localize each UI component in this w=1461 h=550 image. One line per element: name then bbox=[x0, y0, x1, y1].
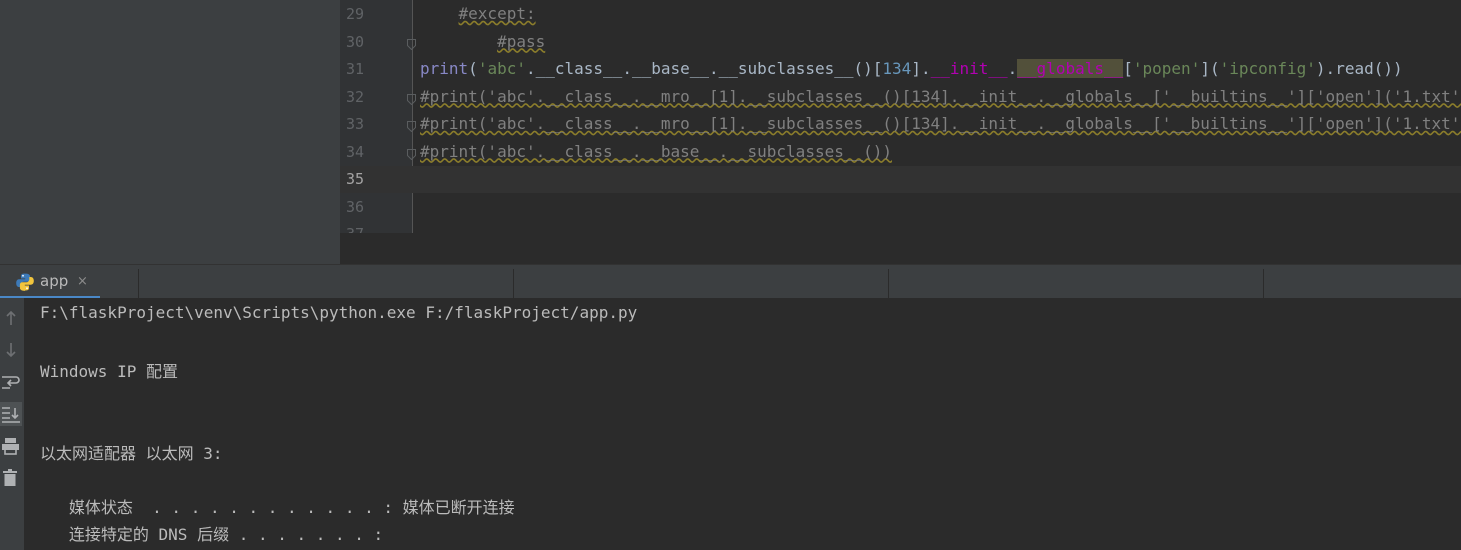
run-toolbar bbox=[0, 298, 24, 550]
line-number[interactable]: 36 bbox=[340, 198, 364, 216]
code-line[interactable]: 30 #pass bbox=[340, 29, 1461, 56]
line-number[interactable]: 37 bbox=[340, 225, 364, 233]
line-number[interactable]: 30 bbox=[340, 33, 364, 51]
line-number[interactable]: 31 bbox=[340, 60, 364, 78]
code-text: #print('abc'.__class__.__mro__[1].__subc… bbox=[420, 86, 1461, 106]
fold-marker-icon[interactable] bbox=[407, 117, 416, 133]
console-line: F:\flaskProject\venv\Scripts\python.exe … bbox=[40, 303, 638, 322]
fold-marker-icon[interactable] bbox=[407, 90, 416, 105]
code-text: #pass bbox=[497, 31, 546, 51]
print-icon[interactable] bbox=[0, 434, 22, 458]
header-divider bbox=[138, 269, 139, 299]
arrow-down-icon[interactable] bbox=[0, 338, 22, 362]
header-divider bbox=[513, 269, 514, 299]
fold-marker-icon[interactable] bbox=[407, 35, 416, 50]
code-line[interactable]: 29 #except: bbox=[340, 1, 1461, 28]
project-tool-window bbox=[0, 0, 340, 264]
console-line: 以太网适配器 以太网 3: bbox=[40, 443, 223, 463]
line-number[interactable]: 34 bbox=[340, 143, 364, 161]
line-number[interactable]: 35 bbox=[340, 170, 364, 188]
console-line: 连接特定的 DNS 后缀 . . . . . . . : bbox=[40, 525, 384, 545]
line-number[interactable]: 33 bbox=[340, 115, 364, 133]
code-line[interactable]: 37 bbox=[340, 221, 1461, 233]
code-line[interactable]: 33 #print('abc'.__class__.__mro__[1].__su… bbox=[340, 111, 1461, 138]
run-tool-window-header: app × bbox=[0, 264, 1461, 299]
console-output[interactable]: F:\flaskProject\venv\Scripts\python.exe … bbox=[24, 298, 1461, 550]
header-divider bbox=[1263, 269, 1264, 299]
code-text: #except: bbox=[458, 4, 536, 23]
scroll-to-end-icon[interactable] bbox=[0, 402, 22, 426]
code-line[interactable]: 31 print('abc'.__class__.__base__.__subcl… bbox=[340, 56, 1461, 83]
fold-marker-icon[interactable] bbox=[407, 145, 416, 160]
python-icon bbox=[15, 272, 35, 292]
header-divider bbox=[888, 269, 889, 299]
line-number[interactable]: 29 bbox=[340, 5, 364, 23]
close-icon[interactable]: × bbox=[77, 274, 88, 289]
trash-icon[interactable] bbox=[0, 466, 22, 490]
code-line[interactable]: 32 #print('abc'.__class__.__mro__[1].__su… bbox=[340, 84, 1461, 111]
console-line: Windows IP 配置 bbox=[40, 361, 178, 381]
console-line: 媒体状态 . . . . . . . . . . . . : 媒体已断开连接 bbox=[40, 498, 515, 518]
code-line[interactable]: 36 bbox=[340, 194, 1461, 221]
line-number[interactable]: 32 bbox=[340, 88, 364, 106]
arrow-up-icon[interactable] bbox=[0, 306, 22, 330]
code-line[interactable]: 35 bbox=[340, 166, 1461, 193]
code-text: #print('abc'.__class__.__base__.__subcla… bbox=[420, 141, 893, 161]
code-text: #print('abc'.__class__.__mro__[1].__subc… bbox=[420, 114, 1461, 133]
code-editor[interactable]: 29 #except: 30 #pass 31 print('abc'.__class… bbox=[340, 0, 1461, 233]
code-text: print('abc'.__class__.__base__.__subclas… bbox=[420, 59, 1403, 78]
run-tab-label: app bbox=[40, 272, 69, 290]
code-line[interactable]: 34 #print('abc'.__class__.__base__.__subc… bbox=[340, 139, 1461, 166]
editor-bottom-area bbox=[340, 233, 1461, 264]
soft-wrap-icon[interactable] bbox=[0, 370, 22, 394]
run-tab-app[interactable]: app × bbox=[0, 265, 100, 299]
